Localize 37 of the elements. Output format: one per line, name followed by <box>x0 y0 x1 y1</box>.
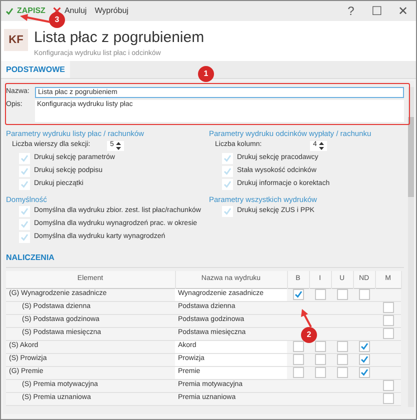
scrollbar-thumb[interactable] <box>408 117 414 197</box>
checkbox[interactable] <box>358 288 370 300</box>
section-heading: NALICZENIA <box>6 252 404 268</box>
page-title: Lista płac z pogrubieniem <box>34 29 204 47</box>
checkbox[interactable] <box>358 354 370 365</box>
checkbox[interactable] <box>382 302 394 313</box>
maximize-button[interactable]: ☐ <box>368 2 386 20</box>
checkbox[interactable] <box>382 314 394 326</box>
checkbox[interactable] <box>336 340 348 352</box>
help-button[interactable]: ? <box>342 2 360 20</box>
checkbox[interactable] <box>314 288 326 300</box>
spinner-arrows-icon <box>318 142 324 150</box>
checkbox[interactable] <box>314 340 326 352</box>
checkbox[interactable] <box>314 354 326 365</box>
spinner-arrows-icon <box>116 142 121 150</box>
logo-badge: KF <box>4 29 28 51</box>
tab[interactable]: PODSTAWOWE <box>1 61 70 78</box>
checkbox[interactable] <box>336 366 348 378</box>
try-button[interactable]: Wypróbuj <box>94 5 128 17</box>
checkbox[interactable] <box>382 392 394 404</box>
arrow-icon <box>19 14 51 24</box>
checkbox[interactable] <box>314 366 326 378</box>
checkbox[interactable] <box>336 288 348 300</box>
checkbox[interactable] <box>292 340 304 352</box>
checkbox[interactable] <box>292 366 304 378</box>
checkbox[interactable] <box>358 340 370 352</box>
arrow-icon <box>301 309 313 327</box>
close-icon <box>53 7 62 15</box>
checkbox[interactable] <box>292 354 304 365</box>
scrollbar[interactable] <box>408 87 414 407</box>
close-button[interactable]: ✕ <box>394 2 412 20</box>
checkbox[interactable] <box>382 380 394 391</box>
checkbox[interactable] <box>292 288 304 300</box>
checkbox[interactable] <box>336 354 348 365</box>
check-icon <box>5 6 14 16</box>
checkbox[interactable] <box>358 366 370 378</box>
checkbox[interactable] <box>382 328 394 339</box>
